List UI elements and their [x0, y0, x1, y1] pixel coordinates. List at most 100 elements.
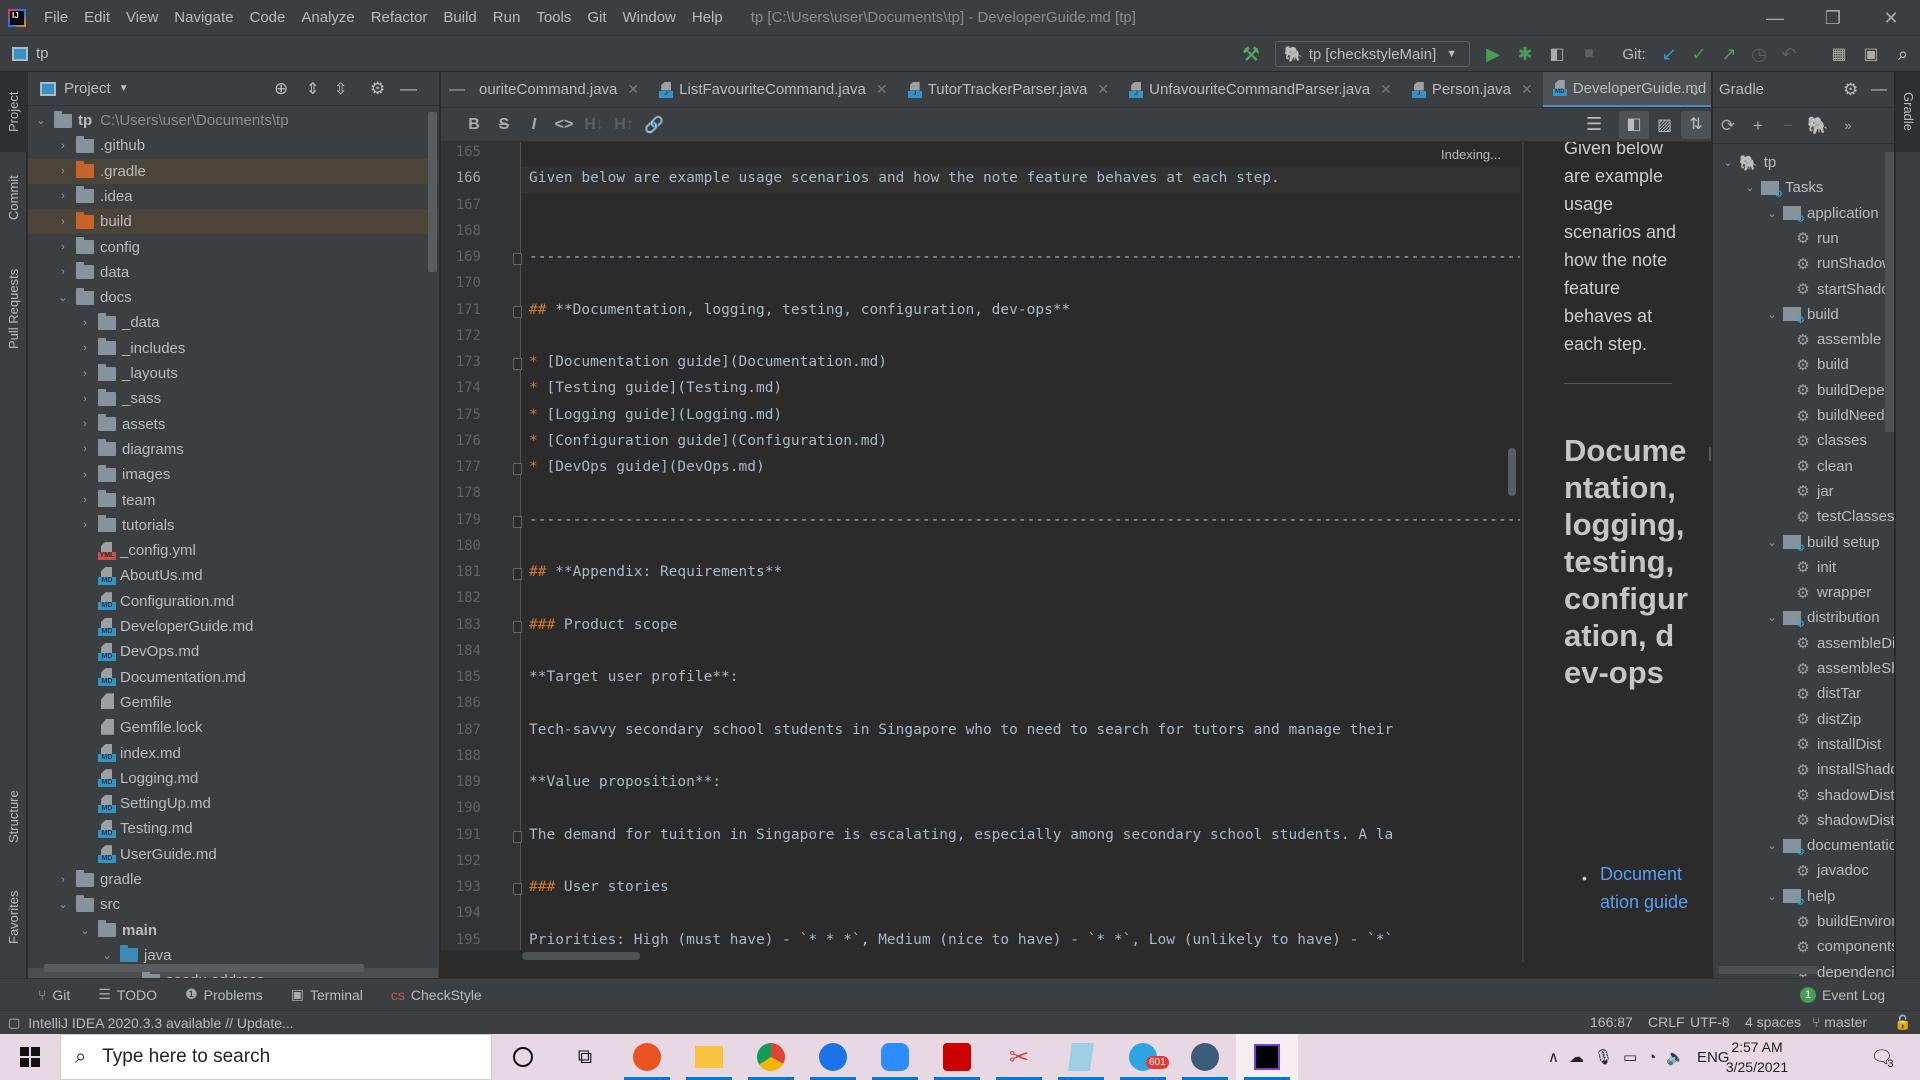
tool-tab-gradle[interactable]: Gradle	[1896, 72, 1920, 152]
tree-item-diagrams[interactable]: › diagrams	[28, 437, 438, 462]
git-update-icon[interactable]: ↙	[1654, 36, 1684, 72]
gradle-task-clean[interactable]: ⚙ clean	[1713, 454, 1853, 479]
gradle-tree-vscrollbar[interactable]	[1885, 152, 1894, 432]
fold-toggle-icon[interactable]	[513, 568, 522, 580]
editor-tab-person-java[interactable]: J Person.java ✕	[1402, 72, 1543, 107]
run-with-coverage-icon[interactable]: ◧	[1542, 36, 1572, 72]
caret-position[interactable]: 166:87	[1590, 1014, 1633, 1030]
gradle-group-documentation[interactable]: ⌄ documentation	[1713, 833, 1894, 858]
gradle-task-assemble[interactable]: ⚙ assemble	[1713, 327, 1881, 352]
menu-file[interactable]: File	[36, 0, 76, 36]
chevron-down-icon[interactable]: ⌄	[56, 291, 70, 304]
chevron-down-icon[interactable]: ⌄	[100, 949, 114, 962]
chevron-right-icon[interactable]: ›	[56, 874, 70, 886]
run-icon[interactable]: ▶	[1478, 36, 1508, 72]
menu-build[interactable]: Build	[435, 0, 484, 36]
gradle-task-installdist[interactable]: ⚙ installDist	[1713, 732, 1881, 757]
tool-tab-project[interactable]: Project	[0, 72, 27, 152]
close-tab-icon[interactable]: ✕	[1380, 81, 1392, 98]
project-tree-hscrollbar[interactable]	[44, 964, 364, 972]
tree-item-config-yml[interactable]: YML _config.yml	[28, 538, 438, 563]
indent-setting[interactable]: 4 spaces	[1745, 1014, 1801, 1030]
tool-tab-todo[interactable]: ☰ TODO	[98, 986, 157, 1003]
gradle-task-disttar[interactable]: ⚙ distTar	[1713, 681, 1861, 706]
event-log-button[interactable]: 1 Event Log	[1800, 986, 1885, 1003]
tree-item-developerguide-md[interactable]: MD DeveloperGuide.md	[28, 614, 438, 639]
toggle-tool-windows-icon[interactable]: ▢	[8, 1015, 20, 1031]
tree-item-root[interactable]: ⌄ tp C:\Users\user\Documents\tp	[28, 108, 438, 133]
fold-toggle-icon[interactable]	[513, 305, 522, 318]
build-hammer-icon[interactable]: ⚒	[1236, 36, 1266, 72]
reload-gradle-icon[interactable]: ⟳	[1713, 116, 1743, 136]
chevron-down-icon[interactable]: ⌄	[78, 924, 92, 937]
gradle-root-tp[interactable]: ⌄ 🐘 tp	[1713, 150, 1776, 175]
menu-edit[interactable]: Edit	[76, 0, 118, 36]
chevron-right-icon[interactable]: ›	[78, 368, 92, 380]
tab-list-dropdown[interactable]: ⌄	[1680, 72, 1710, 108]
close-tab-icon[interactable]: ✕	[1521, 81, 1533, 98]
editor-tab-unfavouritecommandparser-java[interactable]: J UnfavouriteCommandParser.java ✕	[1119, 72, 1402, 107]
gradle-group-distribution[interactable]: ⌄ distribution	[1713, 605, 1879, 630]
show-hidden-icons-chevron-icon[interactable]: ∧	[1548, 1048, 1559, 1066]
chevron-right-icon[interactable]: ›	[78, 519, 92, 531]
fold-toggle-icon[interactable]	[513, 358, 522, 370]
scroll-sync-toggle-icon[interactable]: ⇅	[1681, 110, 1711, 139]
tabs-overflow-icon[interactable]: —	[441, 81, 469, 99]
editor-tab-listfavouritecommand-java[interactable]: J ListFavouriteCommand.java ✕	[649, 72, 897, 107]
chevron-down-icon[interactable]: ⌄	[1765, 890, 1779, 903]
taskbar-app-acrobat[interactable]	[926, 1034, 988, 1080]
start-button[interactable]	[0, 1034, 60, 1080]
tree-item-layouts[interactable]: › _layouts	[28, 361, 438, 386]
tree-item-configuration-md[interactable]: MD Configuration.md	[28, 589, 438, 614]
battery-icon[interactable]: ▭	[1623, 1048, 1637, 1066]
fold-toggle-icon[interactable]	[513, 883, 522, 895]
preview-only-view-icon[interactable]: ▨	[1657, 115, 1672, 135]
tree-item-github[interactable]: › .github	[28, 133, 438, 158]
gradle-tree-hscrollbar[interactable]	[1719, 966, 1817, 974]
fold-toggle-icon[interactable]	[513, 515, 522, 528]
editor-only-view-icon[interactable]: ☰	[1586, 114, 1602, 135]
gradle-task-distzip[interactable]: ⚙ distZip	[1713, 707, 1861, 732]
tree-item-gemfile-lock[interactable]: Gemfile.lock	[28, 715, 438, 740]
tree-item-images[interactable]: › images	[28, 462, 438, 487]
git-commit-icon[interactable]: ✓	[1684, 36, 1714, 72]
menu-window[interactable]: Window	[615, 0, 684, 36]
git-rollback-icon[interactable]: ↶	[1774, 36, 1804, 72]
chevron-right-icon[interactable]: ›	[56, 216, 70, 228]
breadcrumb-project[interactable]: tp	[36, 45, 49, 62]
stop-icon[interactable]: ■	[1574, 36, 1604, 72]
gradle-task-shadowdistzip[interactable]: ⚙ shadowDistZip	[1713, 808, 1894, 833]
onedrive-icon[interactable]: ☁	[1569, 1048, 1584, 1066]
chevron-right-icon[interactable]: ›	[56, 165, 70, 177]
tree-item-gemfile[interactable]: Gemfile	[28, 690, 438, 715]
lock-icon[interactable]: 🔓	[1894, 1014, 1911, 1031]
chevron-down-icon[interactable]: ⌄	[1765, 611, 1779, 624]
tree-item-data[interactable]: › _data	[28, 310, 438, 335]
close-tab-icon[interactable]: ✕	[876, 81, 888, 98]
run-anything-icon[interactable]: ▣	[1856, 36, 1886, 72]
chevron-down-icon[interactable]: ⌄	[1765, 308, 1779, 321]
git-history-icon[interactable]: ◷	[1744, 36, 1774, 72]
gradle-group-build[interactable]: ⌄ build	[1713, 302, 1838, 327]
tree-item-tutorials[interactable]: › tutorials	[28, 513, 438, 538]
close-tab-icon[interactable]: ✕	[1097, 81, 1109, 98]
restore-button[interactable]: ❐	[1804, 0, 1862, 36]
chevron-right-icon[interactable]: ›	[56, 190, 70, 202]
wifi-icon[interactable]: ◔	[1647, 1049, 1656, 1066]
gradle-task-shadowdisttar[interactable]: ⚙ shadowDistTar	[1713, 783, 1894, 808]
gradle-task-installshadowdist[interactable]: ⚙ installShadowDist	[1713, 757, 1894, 782]
close-tab-icon[interactable]: ✕	[627, 81, 639, 98]
tree-item-config[interactable]: › config	[28, 235, 438, 260]
tree-item-testing-md[interactable]: MD Testing.md	[28, 816, 438, 841]
menu-git[interactable]: Git	[579, 0, 614, 36]
gradle-group-help[interactable]: ⌄ help	[1713, 884, 1835, 909]
close-button[interactable]: ✕	[1862, 0, 1920, 36]
editor-tab-ouritecommand-java[interactable]: ouriteCommand.java ✕	[469, 72, 649, 107]
more-actions-icon[interactable]: »	[1833, 118, 1863, 133]
italic-button[interactable]: I	[519, 116, 549, 134]
chevron-down-icon[interactable]: ⌄	[1765, 207, 1779, 220]
taskbar-app-file-explorer[interactable]	[678, 1034, 740, 1080]
link-icon[interactable]: 🔗	[639, 115, 669, 135]
add-gradle-project-icon[interactable]: +	[1743, 116, 1773, 136]
chevron-down-icon[interactable]: ▼	[119, 83, 129, 94]
